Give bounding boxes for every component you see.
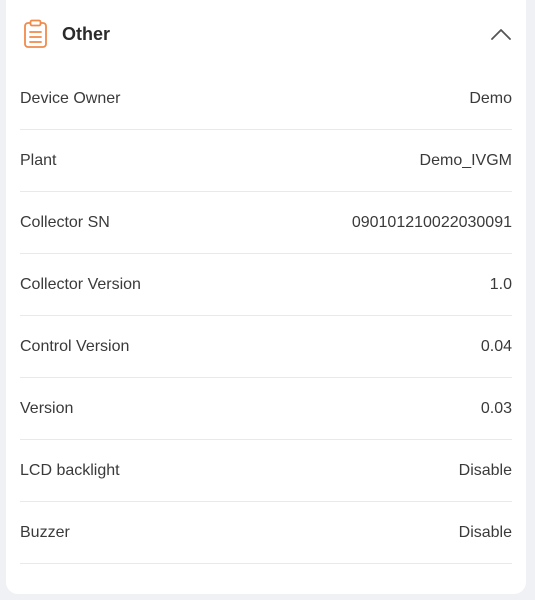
info-row-collector-version: Collector Version 1.0 bbox=[20, 254, 512, 316]
row-label: Plant bbox=[20, 152, 57, 169]
row-value: 0.03 bbox=[480, 400, 512, 417]
row-value: Demo_IVGM bbox=[419, 152, 512, 169]
row-label: Control Version bbox=[20, 338, 130, 355]
row-value: 090101210022030091 bbox=[351, 214, 512, 231]
clipboard-icon bbox=[23, 19, 49, 49]
row-value: Disable bbox=[458, 462, 512, 479]
info-row-collector-sn: Collector SN 090101210022030091 bbox=[20, 192, 512, 254]
info-row-version: Version 0.03 bbox=[20, 378, 512, 440]
info-row-plant: Plant Demo_IVGM bbox=[20, 130, 512, 192]
info-row-control-version: Control Version 0.04 bbox=[20, 316, 512, 378]
info-row-lcd-backlight: LCD backlight Disable bbox=[20, 440, 512, 502]
row-label: LCD backlight bbox=[20, 462, 120, 479]
row-value: 1.0 bbox=[489, 276, 512, 293]
row-label: Device Owner bbox=[20, 90, 121, 107]
other-info-card: Other Device Owner Demo Plant Demo_IVGM … bbox=[6, 0, 526, 594]
section-title: Other bbox=[62, 24, 111, 44]
row-value: Disable bbox=[458, 524, 512, 541]
row-value: 0.04 bbox=[480, 338, 512, 355]
row-value: Demo bbox=[469, 90, 512, 107]
info-list: Device Owner Demo Plant Demo_IVGM Collec… bbox=[20, 68, 512, 564]
row-label: Collector Version bbox=[20, 276, 141, 293]
chevron-up-icon[interactable] bbox=[488, 22, 514, 48]
info-row-buzzer: Buzzer Disable bbox=[20, 502, 512, 564]
row-label: Buzzer bbox=[20, 524, 70, 541]
info-row-device-owner: Device Owner Demo bbox=[20, 68, 512, 130]
row-label: Collector SN bbox=[20, 214, 110, 231]
section-header[interactable]: Other bbox=[6, 0, 526, 68]
row-label: Version bbox=[20, 400, 74, 417]
